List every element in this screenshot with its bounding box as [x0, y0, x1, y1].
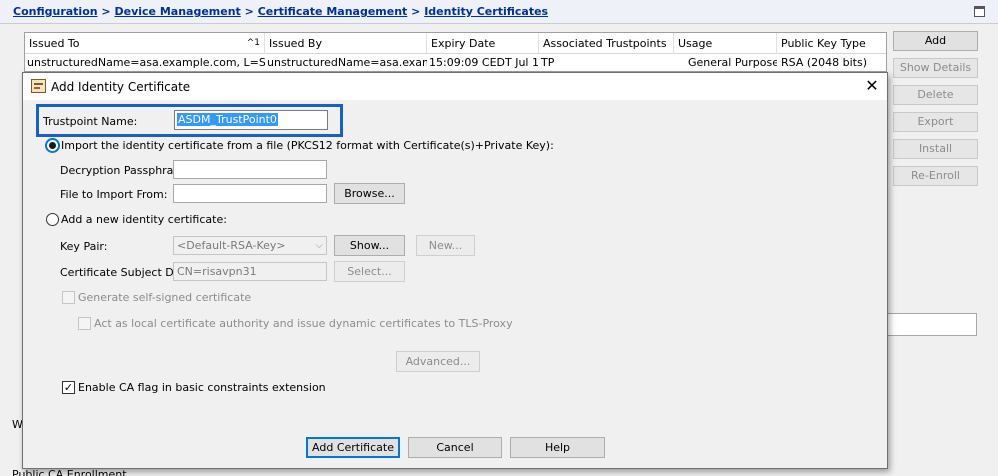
local-ca-checkbox[interactable] [78, 317, 91, 330]
table-header: Issued To ^1 Issued By Expiry Date Associ… [25, 33, 886, 54]
trustpoint-name-input[interactable]: ASDM_TrustPoint0 [174, 110, 328, 130]
breadcrumb-bar: Configuration > Device Management > Cert… [0, 0, 998, 24]
add-certificate-button[interactable]: Add Certificate [306, 437, 400, 458]
cell-issued-to: unstructuredName=asa.example.com, L=San … [27, 56, 265, 69]
export-button[interactable]: Export [893, 112, 978, 132]
close-icon[interactable]: ✕ [861, 76, 883, 96]
breadcrumb: Configuration > Device Management > Cert… [13, 5, 548, 18]
local-ca-label: Act as local certificate authority and i… [94, 317, 513, 330]
advanced-button[interactable]: Advanced... [396, 351, 480, 372]
breadcrumb-identity-certificates[interactable]: Identity Certificates [424, 5, 548, 18]
key-pair-value: <Default-RSA-Key> [177, 239, 286, 252]
add-new-certificate-label[interactable]: Add a new identity certificate: [61, 213, 227, 226]
decryption-passphrase-input[interactable] [173, 160, 327, 179]
breadcrumb-separator: > [407, 5, 425, 18]
import-from-file-radio[interactable] [46, 139, 59, 152]
file-to-import-input[interactable] [173, 184, 327, 203]
column-header-public-key-type[interactable]: Public Key Type [777, 33, 886, 54]
install-button[interactable]: Install [893, 139, 978, 159]
import-from-file-label[interactable]: Import the identity certificate from a f… [61, 139, 554, 152]
public-ca-enrollment-label: Public CA Enrollment [12, 468, 127, 476]
background-text-field[interactable] [886, 313, 977, 336]
breadcrumb-separator: > [240, 5, 258, 18]
file-to-import-label: File to Import From: [60, 188, 168, 201]
cell-usage: General Purpose [688, 56, 777, 69]
column-header-issued-by[interactable]: Issued By [265, 33, 427, 54]
breadcrumb-device-management[interactable]: Device Management [114, 5, 240, 18]
certificate-icon [31, 79, 46, 93]
add-new-certificate-radio[interactable] [46, 213, 59, 226]
cancel-button[interactable]: Cancel [408, 437, 502, 458]
cell-associated-trustpoints: TP [541, 56, 555, 69]
breadcrumb-configuration[interactable]: Configuration [13, 5, 98, 18]
breadcrumb-separator: > [97, 5, 115, 18]
breadcrumb-certificate-management[interactable]: Certificate Management [258, 5, 408, 18]
add-button[interactable]: Add [893, 31, 978, 51]
column-header-usage[interactable]: Usage [674, 33, 777, 54]
trustpoint-name-value: ASDM_TrustPoint0 [177, 113, 278, 126]
cell-public-key-type: RSA (2048 bits) [781, 56, 868, 69]
cell-issued-by: unstructuredName=asa.example... [267, 56, 427, 69]
chevron-down-icon: ⌵ [315, 240, 323, 251]
decryption-passphrase-label: Decryption Passphrase: [60, 164, 190, 177]
cell-expiry-date: 15:09:09 CEDT Jul 1... [429, 56, 539, 69]
column-header-issued-to[interactable]: Issued To ^1 [25, 33, 265, 54]
ca-flag-checkbox[interactable]: ✓ [62, 381, 75, 394]
delete-button[interactable]: Delete [893, 85, 978, 105]
key-pair-label: Key Pair: [60, 240, 108, 253]
column-header-associated-trustpoints[interactable]: Associated Trustpoints [539, 33, 674, 54]
new-button[interactable]: New... [416, 235, 475, 256]
column-header-expiry-date[interactable]: Expiry Date [427, 33, 539, 54]
add-identity-certificate-dialog: Add Identity Certificate ✕ Trustpoint Na… [22, 72, 888, 469]
sort-ascending-icon: ^1 [246, 38, 260, 48]
select-button[interactable]: Select... [334, 261, 405, 282]
self-signed-label: Generate self-signed certificate [78, 291, 252, 304]
ca-flag-label: Enable CA flag in basic constraints exte… [78, 381, 326, 394]
table-row[interactable]: unstructuredName=asa.example.com, L=San … [25, 54, 886, 72]
key-pair-select[interactable]: <Default-RSA-Key> ⌵ [173, 236, 327, 255]
browse-button[interactable]: Browse... [334, 183, 405, 204]
show-details-button[interactable]: Show Details [893, 58, 978, 78]
identity-certificates-table: Issued To ^1 Issued By Expiry Date Associ… [24, 32, 887, 72]
trustpoint-name-label: Trustpoint Name: [43, 115, 138, 128]
re-enroll-button[interactable]: Re-Enroll [893, 166, 978, 186]
show-button[interactable]: Show... [334, 235, 405, 256]
dialog-title: Add Identity Certificate [51, 80, 191, 94]
certificate-subject-dn-label: Certificate Subject DN: [60, 266, 186, 279]
dialog-titlebar: Add Identity Certificate ✕ [23, 73, 887, 100]
self-signed-checkbox[interactable] [62, 291, 75, 304]
certificate-subject-dn-input[interactable]: CN=risavpn31 [173, 262, 327, 281]
maximize-icon[interactable] [974, 6, 985, 17]
help-button[interactable]: Help [510, 437, 605, 458]
